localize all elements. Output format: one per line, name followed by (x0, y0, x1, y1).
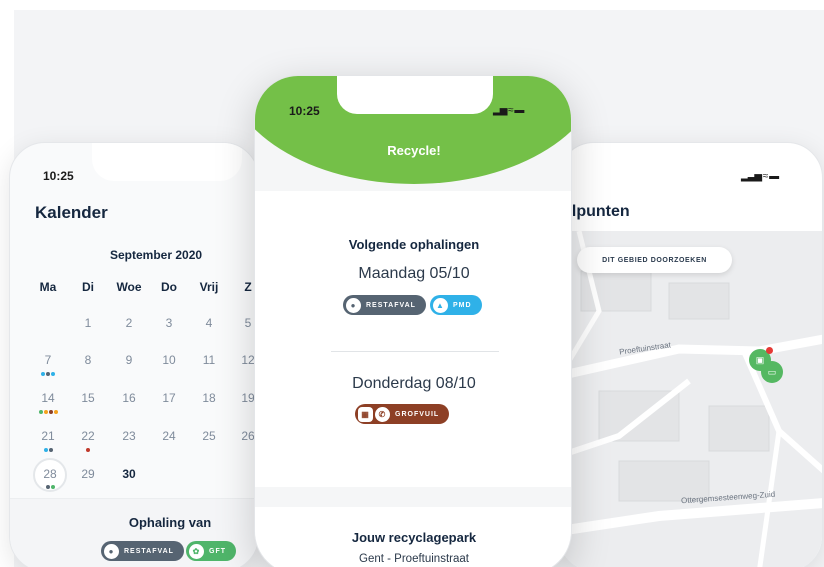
pill-label: RESTAFVAL (366, 301, 416, 309)
pickup-dots (32, 483, 68, 489)
weekday-label: Di (82, 280, 94, 294)
pickup-dots (70, 446, 106, 452)
calendar-day[interactable]: 24 (151, 429, 187, 443)
calendar-phone: 10:25 Kalender September 2020 Ma Di Woe … (9, 142, 259, 567)
section-title: Volgende ophalingen (348, 237, 480, 252)
phone-notch (337, 76, 493, 114)
phone-notch (92, 143, 242, 181)
pickup-dots (30, 446, 66, 452)
grofvuil-pill: ▦ ✆ GROFVUIL (355, 404, 450, 424)
pickup-dots (30, 370, 66, 376)
restafval-pill: ● RESTAFVAL (343, 295, 426, 315)
calendar-day[interactable]: 16 (111, 391, 147, 405)
calendar-day[interactable]: 9 (111, 353, 147, 367)
pill-label: PMD (453, 301, 472, 309)
calendar-day[interactable]: 21 (30, 429, 66, 443)
calendar-day[interactable]: 23 (111, 429, 147, 443)
page-title: Kalender (35, 203, 108, 222)
calendar-day[interactable]: 7 (30, 353, 66, 367)
search-area-button[interactable]: DIT GEBIED DOORZOEKEN (577, 247, 732, 273)
weekday-label: Do (161, 280, 177, 294)
calendar-day[interactable]: 10 (151, 353, 187, 367)
phone-icon: ✆ (375, 406, 390, 422)
bin-icon: ● (104, 543, 119, 559)
status-time: 10:25 (289, 104, 320, 118)
pickup-date: Donderdag 08/10 (352, 375, 476, 392)
weekday-label: Ma (39, 280, 57, 294)
calendar-day[interactable]: 4 (191, 316, 227, 330)
calendar-day[interactable]: 18 (191, 391, 227, 405)
pill-label: GROFVUIL (395, 410, 440, 418)
calendar-day[interactable]: 29 (70, 467, 106, 481)
pill-label: GFT (209, 547, 226, 555)
marketing-stage: 10:25 Kalender September 2020 Ma Di Woe … (0, 0, 824, 567)
alert-dot (766, 347, 773, 354)
calendar-day-today[interactable]: 30 (111, 467, 147, 481)
restafval-pill: ● RESTAFVAL (101, 541, 184, 561)
calendar-day[interactable]: 14 (30, 391, 66, 405)
calendar-month: September 2020 (110, 248, 203, 262)
status-icons: ▂▃▅ ≈ ▬ (741, 171, 779, 182)
calendar-icon: ▦ (358, 406, 373, 422)
calendar-day[interactable]: 25 (191, 429, 227, 443)
park-title: Jouw recyclagepark (351, 530, 477, 545)
pill-label: RESTAFVAL (124, 547, 174, 555)
divider (331, 351, 499, 352)
status-icons: ▂▅ ≈ ▬ (493, 105, 524, 116)
weekday-label: Vrij (199, 280, 219, 294)
calendar-day[interactable]: 22 (70, 429, 106, 443)
pickup-date: Maandag 05/10 (358, 265, 470, 282)
calendar-day-selected[interactable]: 28 (32, 467, 68, 481)
header-title: Recycle! (387, 143, 441, 158)
map-streets (559, 231, 822, 567)
map-phone: ▂▃▅ ≈ ▬ elpunten Proeftuinstraat Otterge… (558, 142, 823, 567)
bin-icon: ● (346, 297, 361, 313)
leaf-icon: ✿ (189, 543, 204, 559)
pickup-dots (30, 408, 66, 414)
calendar-day[interactable]: 17 (151, 391, 187, 405)
calendar-day[interactable]: 2 (111, 316, 147, 330)
weekday-label: Woe (116, 280, 142, 294)
page-title: elpunten (563, 203, 630, 220)
calendar-day[interactable]: 1 (70, 316, 106, 330)
battery-pin-icon[interactable]: ▭ (761, 361, 783, 383)
calendar-day[interactable]: 8 (70, 353, 106, 367)
pmd-pill: ▲ PMD (430, 295, 482, 315)
calendar-day[interactable]: 15 (70, 391, 106, 405)
park-location: Gent - Proeftuinstraat (359, 553, 469, 565)
gft-pill: ✿ GFT (186, 541, 236, 561)
bottle-icon: ▲ (433, 297, 448, 313)
status-time: 10:25 (43, 169, 74, 183)
pickup-panel-title: Ophaling van (128, 515, 212, 530)
calendar-day[interactable]: 3 (151, 316, 187, 330)
recycle-phone: 10:25 ▂▅ ≈ ▬ Recycle! Volgende ophalinge… (254, 75, 572, 567)
map-view[interactable]: Proeftuinstraat Ottergemsesteenweg-Zuid … (559, 231, 822, 567)
calendar-day[interactable]: 11 (191, 353, 227, 367)
upcoming-card (255, 191, 571, 487)
